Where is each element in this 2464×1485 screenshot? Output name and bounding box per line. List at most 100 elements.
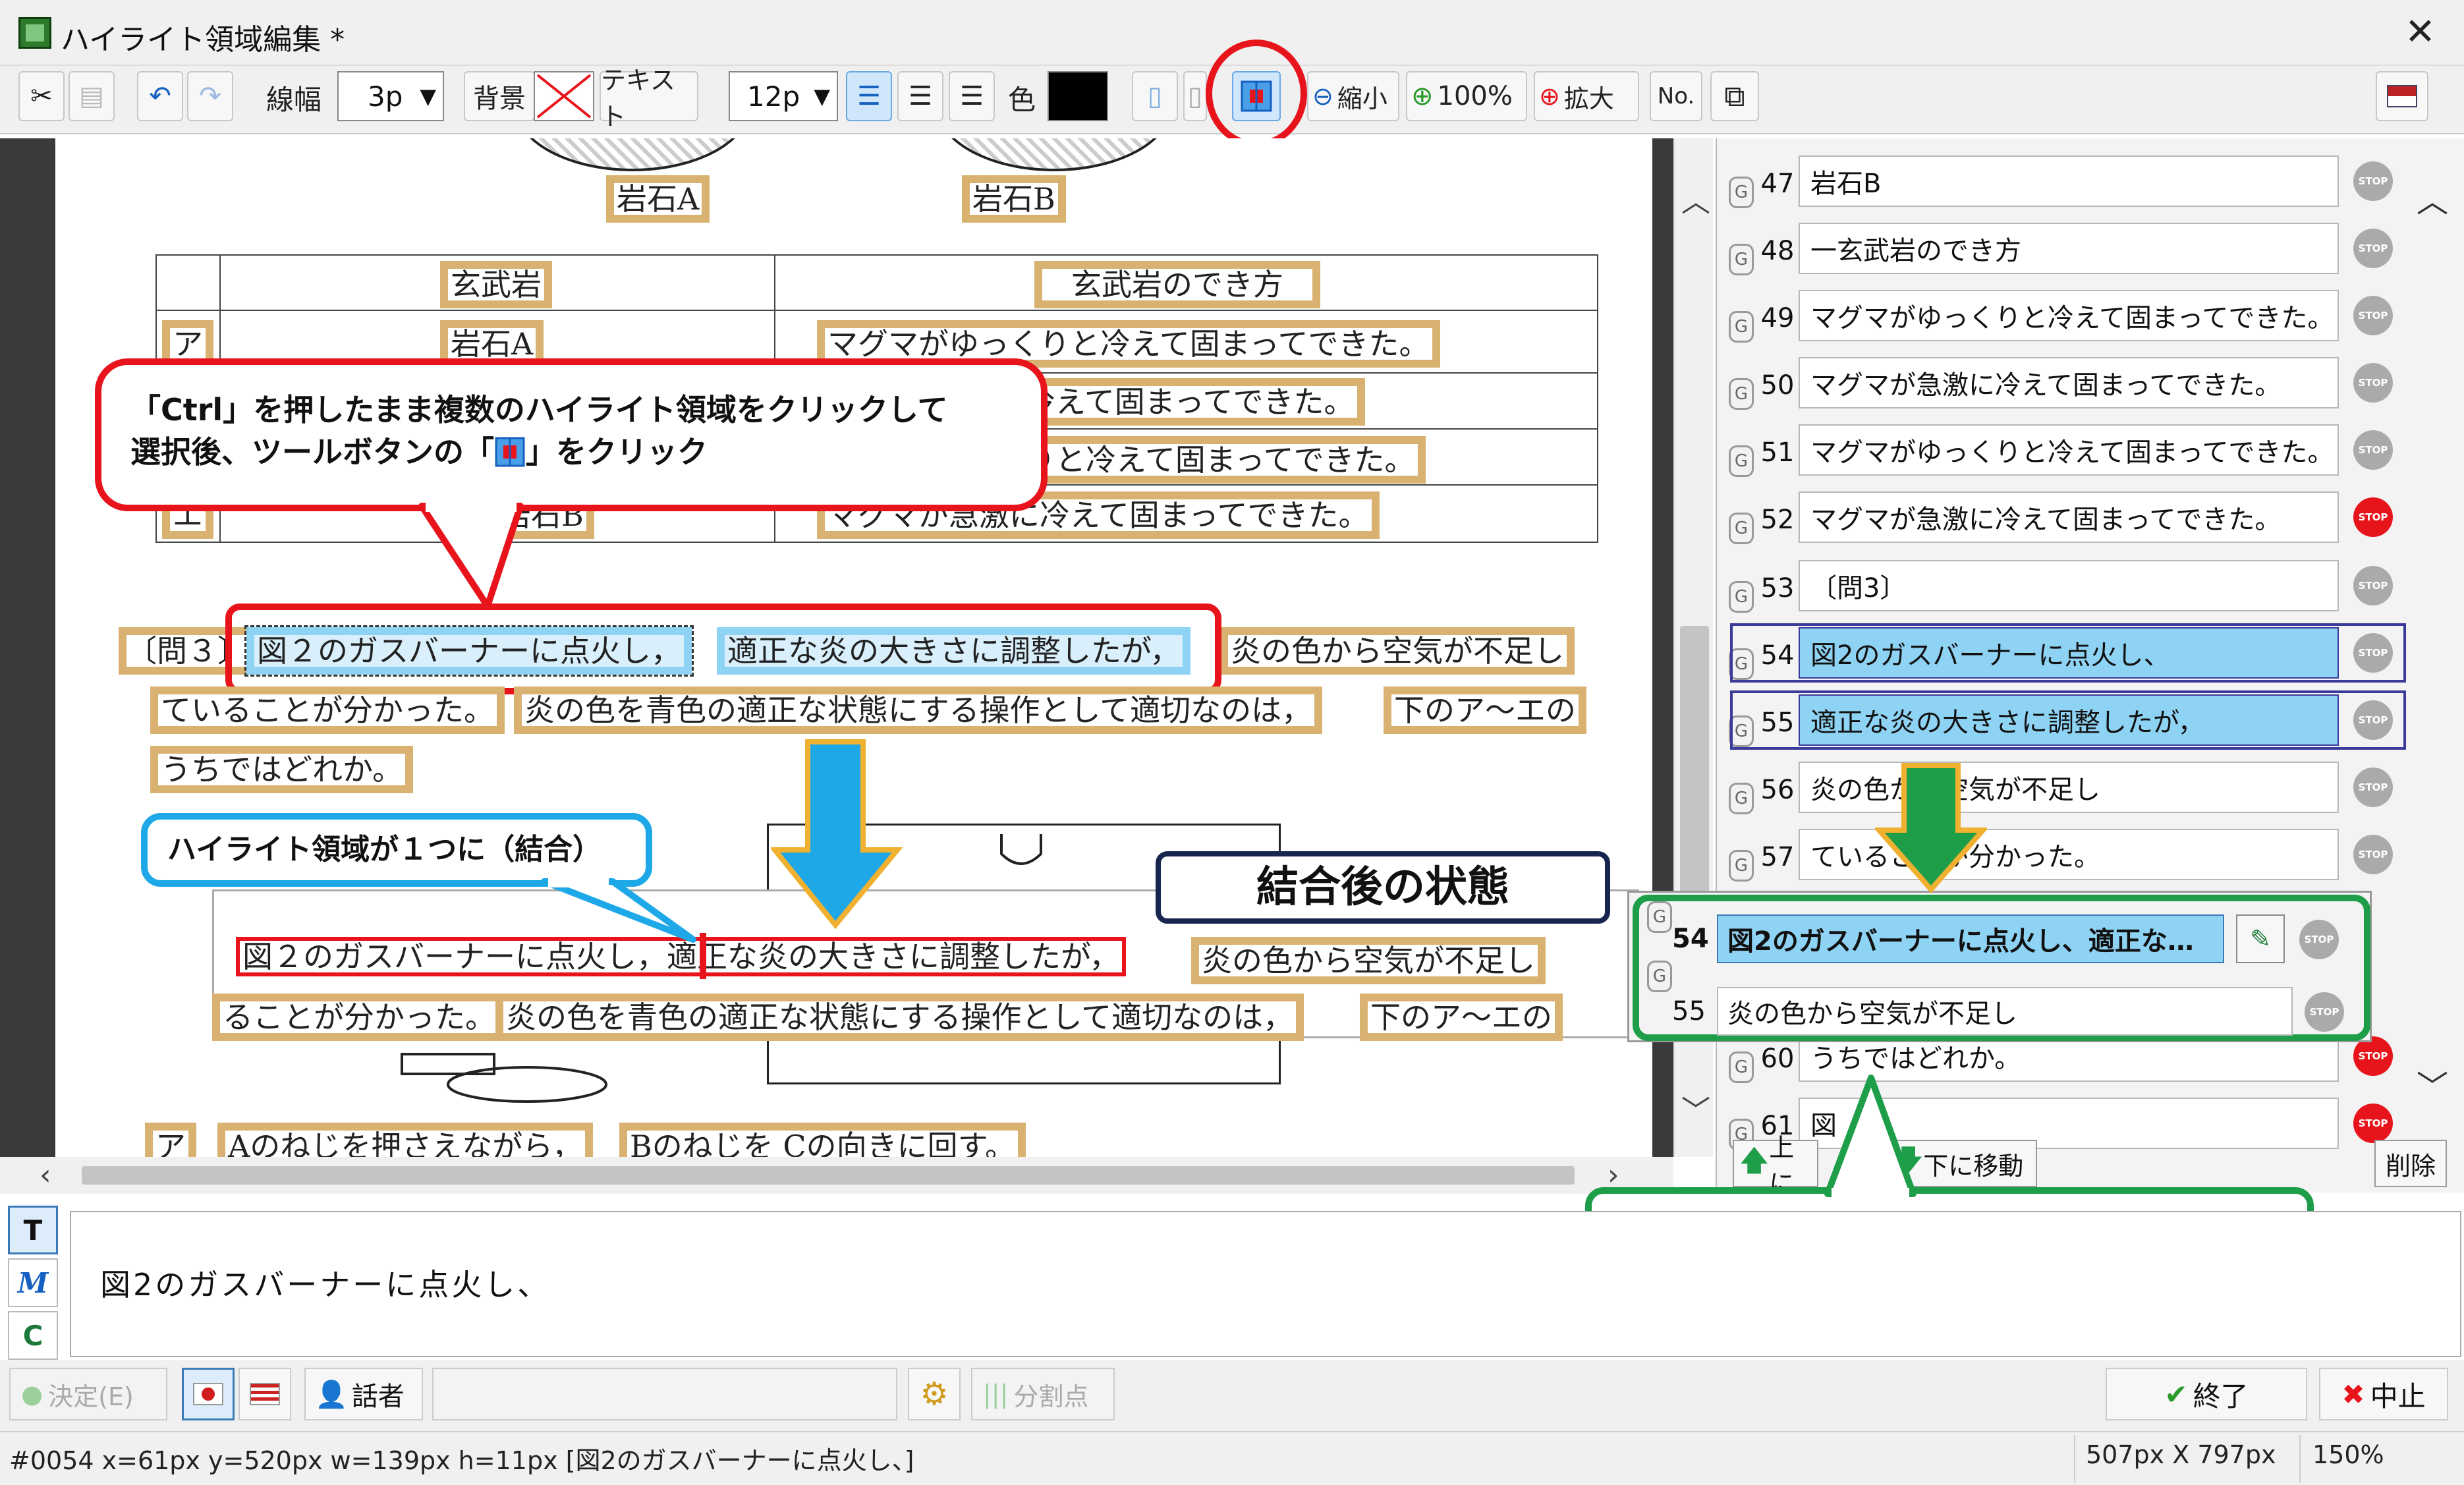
cancel-button[interactable]: ✖ 中止 [2319,1368,2448,1420]
callout-merged-pointer [541,878,696,943]
editor-textarea[interactable]: 図2のガスバーナーに点火し、 [70,1211,2461,1357]
line-width-select[interactable]: 3p ▼ [337,71,444,121]
background-button[interactable]: 背景 [464,71,535,121]
redo-icon: ↷ [199,81,221,111]
stop-icon[interactable]: STOP [2299,920,2339,959]
stop-icon[interactable]: STOP [2353,1104,2393,1143]
number-label: No. [1657,83,1695,109]
decide-label: 決定(E) [48,1382,134,1411]
merged-split-marker [700,933,706,979]
tab-text[interactable]: T [8,1206,58,1254]
align-center-button[interactable]: ☰ [897,71,943,121]
zoom-100-button[interactable]: ⊕ 100% [1406,71,1527,121]
chevron-down-icon[interactable]: ﹀ [2417,1061,2448,1107]
chevron-down-icon[interactable]: ﹀ [1681,1087,1710,1129]
settings-button[interactable]: ⚙ [908,1368,961,1420]
highlight-merged-line2a[interactable]: ることが分かった。 [212,994,506,1041]
list-item-text: マグマが急激に冷えて固まってできた。 [1810,505,2282,535]
stop-icon[interactable]: STOP [2353,1036,2393,1076]
document-hscroll[interactable]: ‹ › [0,1157,1673,1194]
highlight-merged-line2b[interactable]: 炎の色を青色の適正な状態にする操作として適切なのは， [495,994,1304,1041]
close-icon[interactable]: ✕ [2405,11,2436,53]
document-canvas[interactable]: 岩石A 岩石B 玄武岩 玄武岩のでき方 ア 岩石A マグマがゆっくりと冷えて固ま… [0,138,1673,1157]
stop-icon[interactable]: STOP [2353,768,2393,807]
stop-icon[interactable]: STOP [2353,566,2393,605]
cut-button[interactable]: ✂ [18,71,65,121]
undo-button[interactable]: ↶ [137,71,183,121]
delete-button[interactable]: 削除 [2374,1140,2447,1187]
split-horizontal-button[interactable]: ▯ [1183,71,1207,121]
speaker-button[interactable]: 👤 話者 [304,1368,423,1420]
chevron-up-icon[interactable]: ︿ [2417,175,2448,221]
number-button[interactable]: No. [1650,71,1702,121]
scroll-thumb[interactable] [82,1166,1575,1185]
finish-button[interactable]: ✔ 終了 [2106,1368,2307,1420]
stop-icon[interactable]: STOP [2305,992,2344,1032]
split-point-button[interactable]: ||| 分割点 [971,1368,1115,1420]
highlight-q3-line2a[interactable]: ていることが分かった。 [150,686,505,734]
callout-ctrl-line2a: 選択後、ツールボタンの「 [130,434,494,470]
highlight-merged-seg3[interactable]: 炎の色から空気が不足し [1191,937,1546,984]
highlight-q3-line2c[interactable]: 下のア～エの [1384,686,1586,734]
highlight-table-header-1[interactable]: 玄武岩 [440,261,552,308]
highlight-merged-line2c[interactable]: 下のア～エの [1360,994,1563,1041]
align-left-button[interactable]: ☰ [846,71,892,121]
english-voice-button[interactable] [238,1368,291,1420]
merged-row-text-2[interactable]: 炎の色から空気が不足し [1717,987,2293,1036]
edit-text-button[interactable]: ✎ [2236,914,2285,963]
split-vertical-button[interactable]: ▯ [1132,71,1178,121]
split-bars-icon: ||| [983,1380,1009,1409]
highlight-q3-line2b[interactable]: 炎の色を青色の適正な状態にする操作として適切なのは， [514,686,1323,734]
list-item[interactable]: マグマがゆっくりと冷えて固まってできた。 [1799,424,2339,476]
highlight-table-header-2[interactable]: 玄武岩のでき方 [1034,261,1320,308]
g-tag: G [1729,445,1754,477]
japanese-voice-button[interactable] [182,1368,235,1420]
stop-icon[interactable]: STOP [2353,161,2393,201]
highlight-answer-b[interactable]: Bのねじを Cの向きに回す。 [619,1123,1026,1157]
highlight-row-how-3[interactable]: りと冷えて固まってできた。 [1015,436,1426,484]
stop-icon[interactable]: STOP [2353,363,2393,403]
speaker-field[interactable] [432,1368,897,1420]
list-item[interactable]: マグマが急激に冷えて固まってできた。 [1799,491,2339,543]
list-vscroll[interactable]: ︿ ﹀ [2411,138,2457,1113]
list-row-number: 56 [1760,775,1795,805]
highlight-rock-b[interactable]: 岩石B [962,175,1066,223]
merged-row-text-1[interactable]: 図2のガスバーナーに点火し、適正な… [1717,914,2224,963]
text-button[interactable]: テキスト [600,66,698,131]
stop-icon[interactable]: STOP [2353,229,2393,268]
highlight-answer-mark[interactable]: ア [145,1123,196,1157]
list-item[interactable]: 岩石B [1799,155,2339,207]
highlight-row-how-2[interactable]: 冷えて固まってできた。 [1015,378,1365,426]
stop-icon[interactable]: STOP [2353,296,2393,335]
properties-button[interactable]: ⧉ [1710,71,1759,121]
redo-button[interactable]: ↷ [187,71,233,121]
highlight-rock-a[interactable]: 岩石A [606,175,710,223]
chevron-up-icon[interactable]: ︿ [1681,178,1710,220]
stop-icon[interactable]: STOP [2353,497,2393,537]
align-right-button[interactable]: ☰ [949,71,995,121]
list-item[interactable]: 〔問3〕 [1799,560,2339,611]
language-button[interactable] [2376,71,2428,121]
zoom-out-button[interactable]: ⊖ 縮小 [1307,71,1399,121]
stop-icon[interactable]: STOP [2353,430,2393,470]
callout-ctrl-line2: 選択後、ツールボタンの「 」をクリック [130,431,1041,473]
list-item[interactable]: 一玄武岩のでき方 [1799,223,2339,274]
paste-button[interactable]: ▤ [69,71,115,121]
background-color-swatch[interactable] [534,71,594,121]
list-item[interactable]: マグマがゆっくりと冷えて固まってできた。 [1799,290,2339,341]
status-divider [2074,1435,2075,1482]
move-up-button[interactable]: 🡅 上に [1733,1133,1818,1198]
decide-button[interactable]: ● 決定(E) [9,1368,167,1420]
highlight-answer-a[interactable]: Aのねじを押さえながら， [217,1123,593,1157]
stop-icon[interactable]: STOP [2353,835,2393,874]
chevron-left-icon[interactable]: ‹ [40,1158,51,1192]
list-item[interactable]: マグマが急激に冷えて固まってできた。 [1799,357,2339,408]
text-color-swatch[interactable] [1048,71,1108,121]
tab-memo[interactable]: M [8,1258,58,1307]
highlight-q3-line3[interactable]: うちではどれか。 [150,746,414,793]
zoom-in-button[interactable]: ⊕ 拡大 [1534,71,1639,121]
highlight-q3-seg3[interactable]: 炎の色から空気が不足し [1220,627,1575,675]
line-width-label: 線幅 [266,84,322,116]
font-size-select[interactable]: 12p ▼ [729,71,838,121]
tab-comment[interactable]: C [8,1311,58,1360]
